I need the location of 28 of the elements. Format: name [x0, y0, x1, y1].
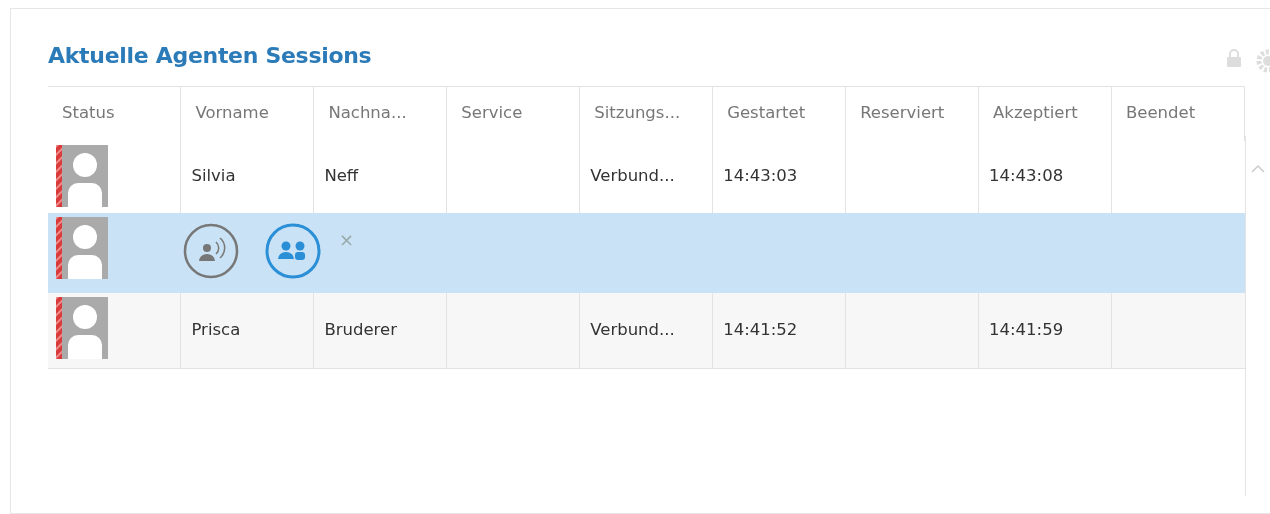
table-cell: 14:41:52 — [723, 319, 798, 339]
column-header[interactable]: Sitzungs... — [579, 86, 713, 141]
avatar-icon — [56, 144, 108, 207]
column-header[interactable]: Vorname — [180, 86, 314, 141]
avatar-icon — [56, 216, 108, 279]
table-cell: Prisca — [191, 319, 241, 339]
column-header[interactable]: Service — [446, 86, 580, 141]
column-header[interactable]: Nachna... — [313, 86, 447, 141]
column-header[interactable]: Gestartet — [712, 86, 846, 141]
speaker-person-icon[interactable] — [182, 222, 239, 279]
chevron-up-icon[interactable] — [1251, 164, 1265, 173]
table-cell: Verbund... — [590, 166, 675, 186]
settings-icon[interactable] — [1256, 49, 1270, 73]
table-cell: Bruderer — [324, 319, 397, 339]
table-cell: 14:43:03 — [723, 166, 798, 186]
people-icon[interactable] — [264, 222, 321, 279]
column-header[interactable]: Reserviert — [845, 86, 979, 141]
table-cell: 14:43:08 — [989, 166, 1064, 186]
table-cell: 14:41:59 — [989, 319, 1064, 339]
table-cell: Silvia — [191, 166, 236, 186]
avatar-icon — [56, 296, 108, 359]
lock-icon[interactable] — [1226, 49, 1242, 67]
column-header[interactable]: Status — [48, 86, 181, 141]
panel-title: Aktuelle Agenten Sessions — [48, 42, 372, 70]
table-cell: Neff — [324, 166, 359, 186]
table-cell: Verbund... — [590, 319, 675, 339]
column-header[interactable]: Akzeptiert — [978, 86, 1112, 141]
column-header[interactable]: Beendet — [1111, 86, 1245, 141]
